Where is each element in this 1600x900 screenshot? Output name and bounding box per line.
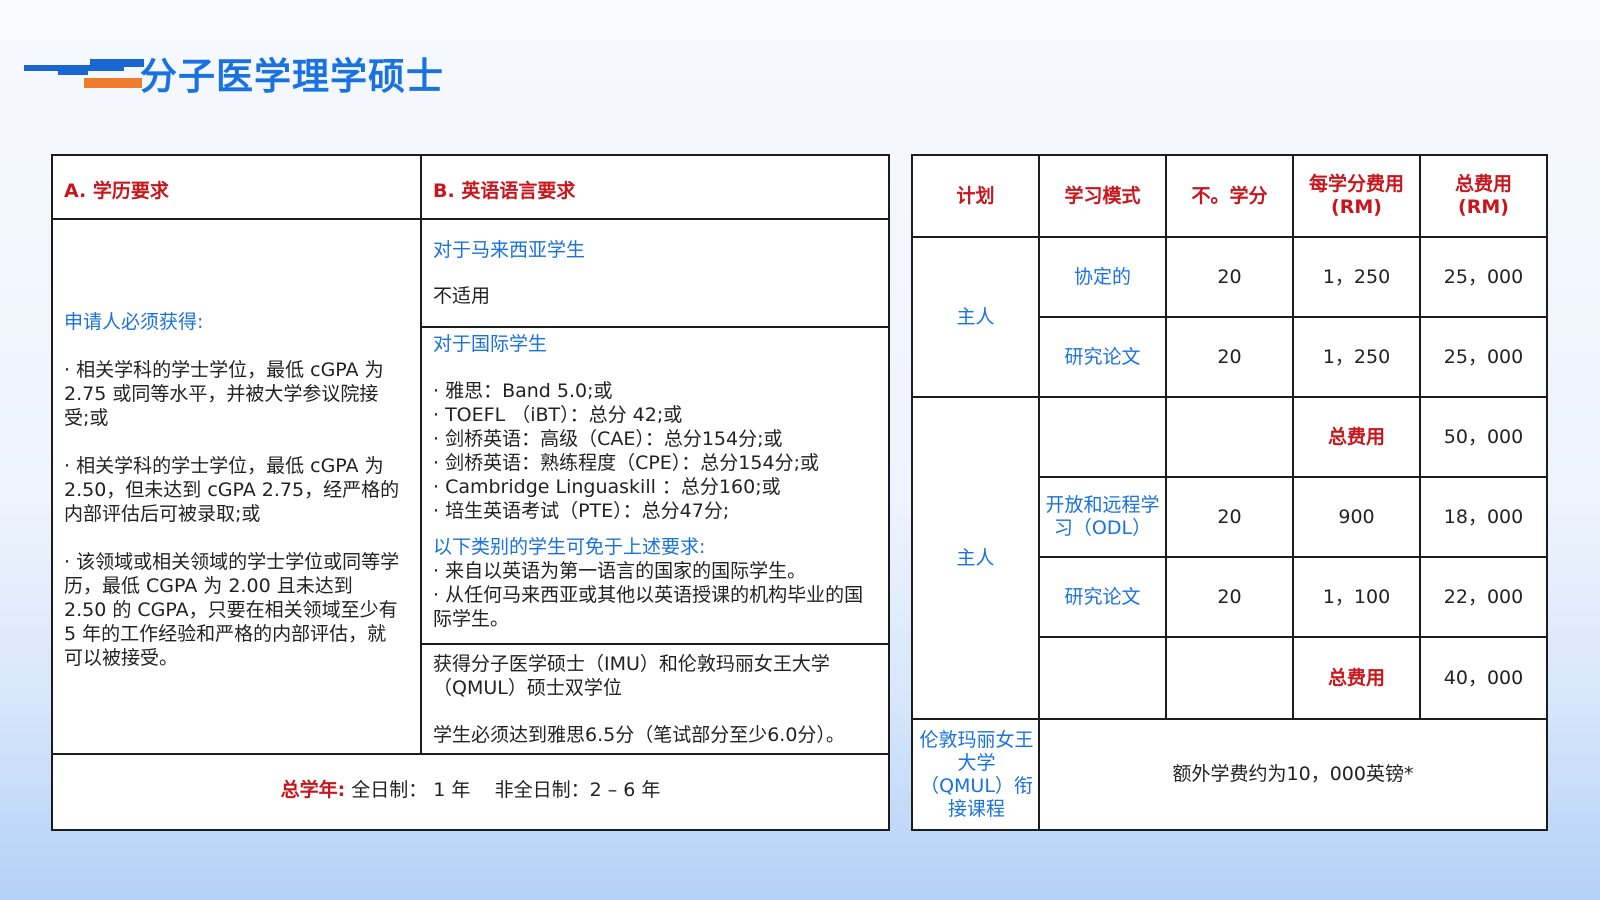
row-total: 25，000 (1443, 345, 1524, 368)
english-test-item: · TOEFL （iBT）：总分 42;或 (433, 404, 683, 426)
row-mode: 协定的 (1073, 265, 1131, 288)
row-credits: 20 (1217, 345, 1242, 368)
row-total: 18，000 (1443, 505, 1524, 528)
english-test-item: · 剑桥英语：熟练程度（CPE）：总分154分;或 (433, 452, 819, 474)
dual-degree-title: 获得分子医学硕士（IMU）和伦敦玛丽女王大学（QMUL）硕士双学位 (433, 653, 830, 699)
row-fee-per-credit: 900 (1338, 505, 1375, 528)
exemption-item: · 从任何马来西亚或其他以英语授课的机构毕业的国际学生。 (433, 584, 864, 630)
malaysian-students-text: 不适用 (433, 285, 491, 307)
english-test-item: · Cambridge Linguaskill ：总分160;或 (433, 476, 781, 498)
plan-qmul: 伦敦玛丽女王大学（QMUL）衔接课程 (919, 728, 1034, 820)
education-item: · 相关学科的学士学位，最低 cGPA 为 2.75 或同等水平，并被大学参议院… (64, 359, 384, 429)
malaysian-students-title: 对于马来西亚学生 (433, 239, 586, 261)
education-item: · 相关学科的学士学位，最低 cGPA 为 2.50，但未达到 cGPA 2.7… (64, 455, 400, 525)
subtotal-value: 50，000 (1443, 425, 1524, 448)
row-mode: 研究论文 (1064, 585, 1141, 608)
col-a-header: A. 学历要求 (64, 180, 169, 202)
row-credits: 20 (1217, 505, 1242, 528)
duration-footer: 总学年: 全日制： 1 年 非全日制：2 – 6 年 (53, 778, 888, 802)
row-total: 25，000 (1443, 265, 1524, 288)
row-credits: 20 (1217, 585, 1242, 608)
header-mode: 学习模式 (1064, 184, 1141, 207)
english-test-item: · 剑桥英语：高级（CAE）：总分154分;或 (433, 428, 783, 450)
header-fee-per-credit: 每学分费用 (RM) (1308, 173, 1404, 218)
education-intro: 申请人必须获得: (64, 311, 204, 333)
header-total-fee: 总费用 (RM) (1454, 173, 1512, 218)
requirements-table: A. 学历要求 B. 英语语言要求 申请人必须获得: · 相关学科的学士学位，最… (51, 154, 890, 831)
english-test-item: · 雅思：Band 5.0;或 (433, 380, 613, 402)
header-plan: 计划 (956, 184, 995, 207)
title-logo-icon (24, 52, 144, 96)
subtotal-label: 总费用 (1327, 425, 1385, 448)
plan-master-2: 主人 (956, 546, 995, 569)
row-fee-per-credit: 1，250 (1322, 345, 1391, 368)
subtotal-value: 40，000 (1443, 666, 1524, 689)
education-item: · 该领域或相关领域的学士学位或同等学历，最低 CGPA 为 2.00 且未达到… (64, 551, 400, 669)
row-mode: 开放和远程学习（ODL） (1045, 494, 1160, 539)
fees-table: 计划 学习模式 不。学分 每学分费用 (RM) 总费用 (RM) 主人 主人 协… (911, 154, 1548, 831)
exemption-title: 以下类别的学生可免于上述要求: (433, 536, 706, 558)
english-test-item: · 培生英语考试（PTE）：总分47分; (433, 500, 730, 522)
dual-degree-text: 学生必须达到雅思6.5分（笔试部分至少6.0分）。 (433, 724, 845, 746)
row-credits: 20 (1217, 265, 1242, 288)
row-fee-per-credit: 1，250 (1322, 265, 1391, 288)
duration-text: 全日制： 1 年 非全日制：2 – 6 年 (345, 779, 661, 801)
plan-master-1: 主人 (956, 305, 995, 328)
row-total: 22，000 (1443, 585, 1524, 608)
international-requirements: 对于国际学生 · 雅思：Band 5.0;或 · TOEFL （iBT）：总分 … (433, 332, 873, 631)
row-fee-per-credit: 1，100 (1322, 585, 1391, 608)
international-students-title: 对于国际学生 (433, 333, 548, 355)
page-title: 分子医学理学硕士 (140, 55, 444, 98)
qmul-fee-text: 额外学费约为10，000英镑* (1172, 763, 1414, 785)
duration-label: 总学年: (280, 779, 346, 801)
exemption-item: · 来自以英语为第一语言的国家的国际学生。 (433, 560, 807, 582)
header-credits: 不。学分 (1191, 184, 1268, 207)
education-requirements: 申请人必须获得: · 相关学科的学士学位，最低 cGPA 为 2.75 或同等水… (64, 310, 400, 670)
row-mode: 研究论文 (1064, 345, 1141, 368)
col-b-header: B. 英语语言要求 (433, 180, 576, 202)
subtotal-label: 总费用 (1327, 666, 1385, 689)
